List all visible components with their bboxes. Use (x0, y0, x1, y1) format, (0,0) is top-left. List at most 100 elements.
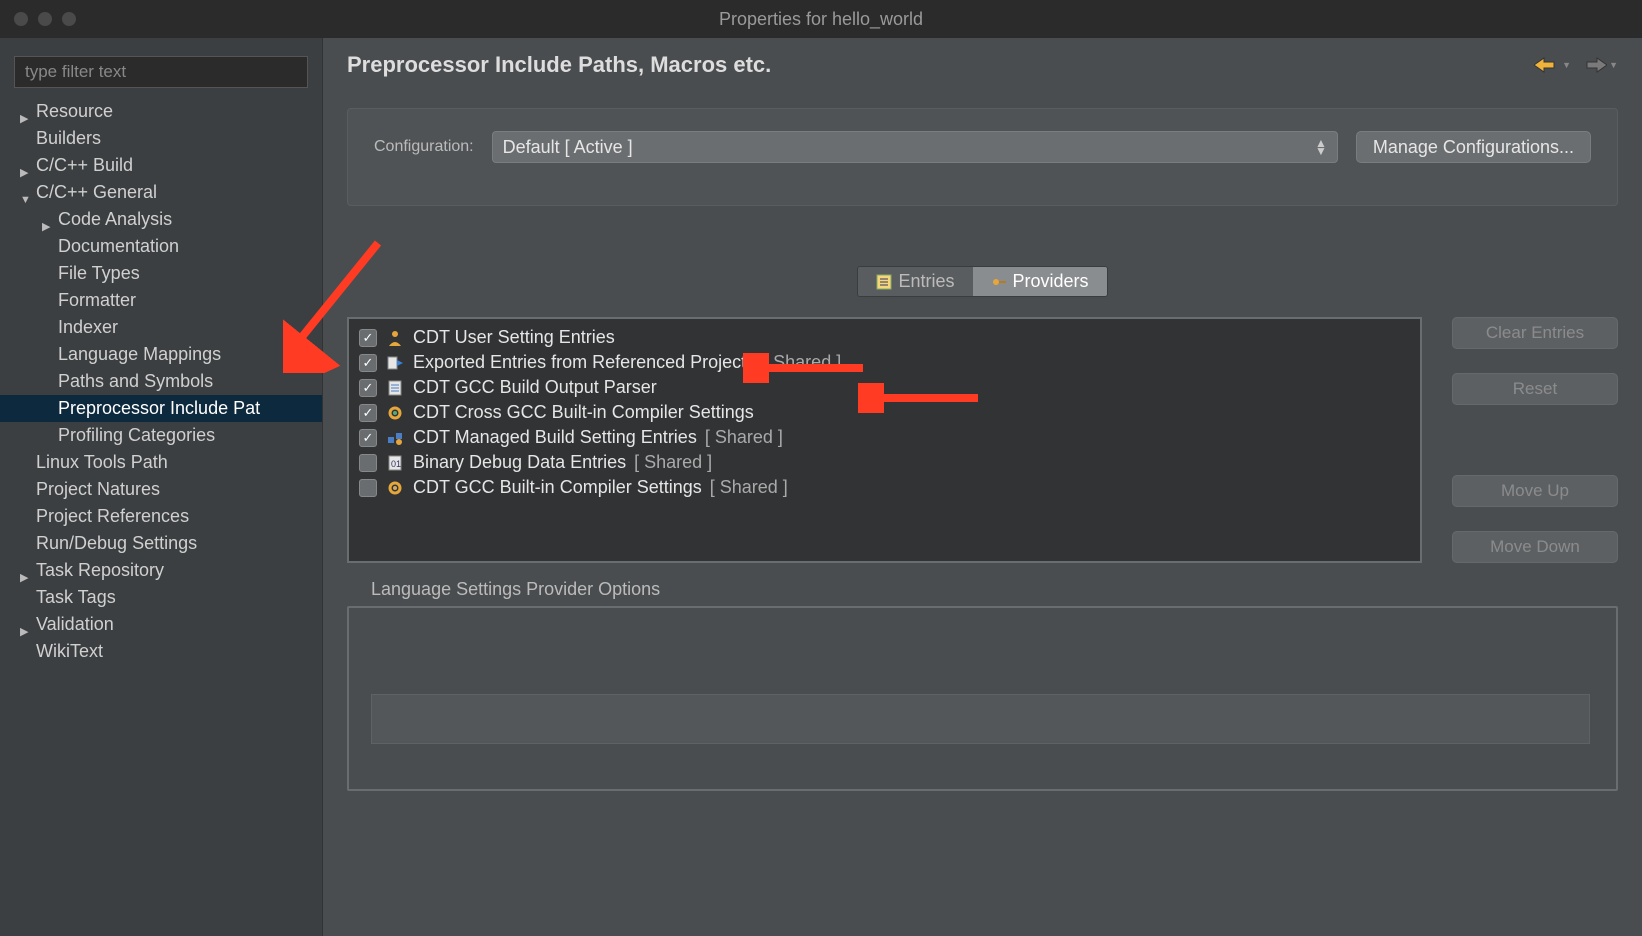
provider-checkbox[interactable] (359, 404, 377, 422)
tree-item-label: Documentation (58, 236, 179, 257)
tab-entries[interactable]: Entries (858, 267, 972, 296)
move-down-button[interactable]: Move Down (1452, 531, 1618, 563)
tree-item-resource[interactable]: Resource (0, 98, 322, 125)
provider-checkbox[interactable] (359, 329, 377, 347)
back-button[interactable]: ▼ (1534, 56, 1571, 74)
tree-item-indexer[interactable]: Indexer (0, 314, 322, 341)
disclosure-arrow-icon[interactable] (20, 106, 32, 118)
tree-item-label: Project Natures (36, 479, 160, 500)
disclosure-arrow-icon[interactable] (42, 214, 54, 226)
filter-input[interactable] (14, 56, 308, 88)
tree-item-label: File Types (58, 263, 140, 284)
tree-item-task-repository[interactable]: Task Repository (0, 557, 322, 584)
tree-item-formatter[interactable]: Formatter (0, 287, 322, 314)
provider-row[interactable]: CDT GCC Built-in Compiler Settings [ Sha… (355, 475, 1414, 500)
page-history-nav: ▼ ▼ (1534, 56, 1618, 74)
provider-label: CDT GCC Build Output Parser (413, 377, 657, 398)
forward-button[interactable]: ▼ (1581, 56, 1618, 74)
tree-item-documentation[interactable]: Documentation (0, 233, 322, 260)
tree-item-project-references[interactable]: Project References (0, 503, 322, 530)
tree-item-preprocessor-include-pat[interactable]: Preprocessor Include Pat (0, 395, 322, 422)
provider-row[interactable]: CDT Managed Build Setting Entries [ Shar… (355, 425, 1414, 450)
provider-checkbox[interactable] (359, 429, 377, 447)
reset-button[interactable]: Reset (1452, 373, 1618, 405)
configuration-select[interactable]: Default [ Active ] ▲▼ (492, 131, 1338, 163)
svg-text:01: 01 (391, 459, 401, 469)
tree-item-c-c-build[interactable]: C/C++ Build (0, 152, 322, 179)
configuration-selected-value: Default [ Active ] (503, 137, 633, 158)
tree-item-label: Builders (36, 128, 101, 149)
tab-entries-label: Entries (898, 271, 954, 292)
provider-row[interactable]: Exported Entries from Referenced Project… (355, 350, 1414, 375)
export-icon (385, 353, 405, 373)
provider-row[interactable]: CDT Cross GCC Built-in Compiler Settings (355, 400, 1414, 425)
tree-item-label: Profiling Categories (58, 425, 215, 446)
window-title: Properties for hello_world (719, 9, 923, 30)
tree-item-wikitext[interactable]: WikiText (0, 638, 322, 665)
tree-item-language-mappings[interactable]: Language Mappings (0, 341, 322, 368)
shared-tag: [ Shared ] (710, 477, 788, 498)
tree-item-profiling-categories[interactable]: Profiling Categories (0, 422, 322, 449)
provider-options-box (347, 606, 1618, 791)
provider-label: CDT Cross GCC Built-in Compiler Settings (413, 402, 754, 423)
provider-checkbox[interactable] (359, 454, 377, 472)
providers-list[interactable]: CDT User Setting Entries Exported Entries… (347, 317, 1422, 563)
tree-item-c-c-general[interactable]: C/C++ General (0, 179, 322, 206)
preferences-tree[interactable]: Resource Builders C/C++ Build C/C++ General… (0, 98, 322, 685)
tree-item-label: Project References (36, 506, 189, 527)
tree-item-run-debug-settings[interactable]: Run/Debug Settings (0, 530, 322, 557)
tree-item-paths-and-symbols[interactable]: Paths and Symbols (0, 368, 322, 395)
preferences-tree-sidebar: Resource Builders C/C++ Build C/C++ General… (0, 38, 322, 936)
provider-label: CDT User Setting Entries (413, 327, 615, 348)
tree-item-linux-tools-path[interactable]: Linux Tools Path (0, 449, 322, 476)
minimize-window-button[interactable] (38, 12, 52, 26)
provider-label: Binary Debug Data Entries (413, 452, 626, 473)
tree-item-file-types[interactable]: File Types (0, 260, 322, 287)
tree-item-builders[interactable]: Builders (0, 125, 322, 152)
manage-configurations-button[interactable]: Manage Configurations... (1356, 131, 1591, 163)
providers-side-buttons: Clear Entries Reset Move Up Move Down (1452, 317, 1618, 563)
window-controls (0, 12, 76, 26)
tree-item-label: Code Analysis (58, 209, 172, 230)
provider-options-section: Language Settings Provider Options (347, 579, 1618, 791)
tree-item-code-analysis[interactable]: Code Analysis (0, 206, 322, 233)
tree-item-label: Preprocessor Include Pat (58, 398, 260, 419)
tabs: Entries Providers (857, 266, 1107, 297)
clear-entries-button[interactable]: Clear Entries (1452, 317, 1618, 349)
tree-item-label: Run/Debug Settings (36, 533, 197, 554)
tree-item-label: Linux Tools Path (36, 452, 168, 473)
tab-providers[interactable]: Providers (973, 267, 1107, 296)
provider-options-label: Language Settings Provider Options (347, 579, 1618, 600)
provider-label: Exported Entries from Referenced Project… (413, 352, 755, 373)
tree-item-label: C/C++ Build (36, 155, 133, 176)
provider-row[interactable]: CDT User Setting Entries (355, 325, 1414, 350)
page-title: Preprocessor Include Paths, Macros etc. (347, 52, 771, 78)
provider-row[interactable]: CDT GCC Build Output Parser (355, 375, 1414, 400)
disclosure-arrow-icon[interactable] (20, 160, 32, 172)
provider-options-inner (371, 694, 1590, 744)
disclosure-arrow-icon[interactable] (20, 187, 32, 199)
provider-checkbox[interactable] (359, 379, 377, 397)
tree-item-task-tags[interactable]: Task Tags (0, 584, 322, 611)
provider-label: CDT GCC Built-in Compiler Settings (413, 477, 702, 498)
disclosure-arrow-icon[interactable] (20, 619, 32, 631)
zoom-window-button[interactable] (62, 12, 76, 26)
tree-item-label: C/C++ General (36, 182, 157, 203)
provider-checkbox[interactable] (359, 479, 377, 497)
tree-item-project-natures[interactable]: Project Natures (0, 476, 322, 503)
stepper-icon: ▲▼ (1315, 139, 1327, 155)
managed-icon (385, 428, 405, 448)
tab-providers-label: Providers (1013, 271, 1089, 292)
provider-row[interactable]: 01 Binary Debug Data Entries [ Shared ] (355, 450, 1414, 475)
tree-item-validation[interactable]: Validation (0, 611, 322, 638)
providers-icon (991, 274, 1007, 290)
shared-tag: [ Shared ] (634, 452, 712, 473)
close-window-button[interactable] (14, 12, 28, 26)
tree-item-label: Paths and Symbols (58, 371, 213, 392)
disclosure-arrow-icon[interactable] (20, 565, 32, 577)
dropdown-caret-icon: ▼ (1562, 60, 1571, 70)
provider-checkbox[interactable] (359, 354, 377, 372)
preferences-page-content: Preprocessor Include Paths, Macros etc. … (322, 38, 1642, 936)
tree-item-label: WikiText (36, 641, 103, 662)
move-up-button[interactable]: Move Up (1452, 475, 1618, 507)
